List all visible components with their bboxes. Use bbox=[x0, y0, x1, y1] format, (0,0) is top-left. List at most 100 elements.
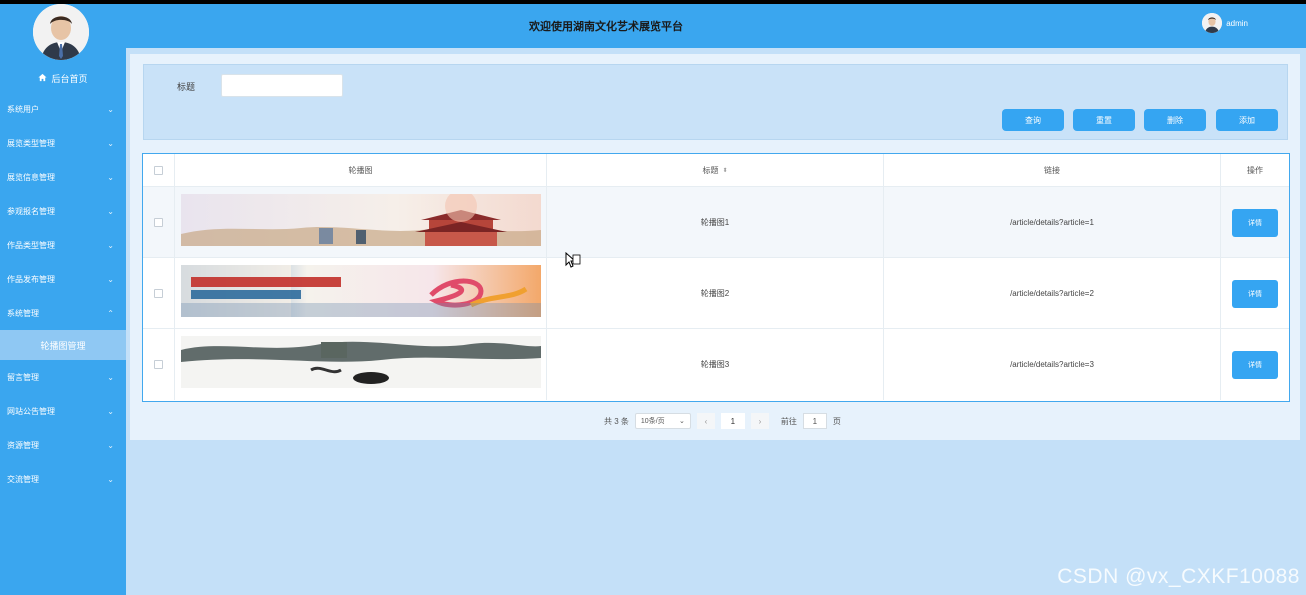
current-page[interactable]: 1 bbox=[720, 413, 745, 429]
query-button[interactable]: 查询 bbox=[1002, 109, 1064, 131]
sidebar-item-exhibition-info[interactable]: 展览信息管理 ⌄ bbox=[0, 160, 126, 194]
prev-page-button[interactable]: ‹ bbox=[696, 413, 715, 429]
sidebar-item-system-management[interactable]: 系统管理 ⌃ bbox=[0, 296, 126, 330]
detail-button[interactable]: 详情 bbox=[1232, 208, 1278, 237]
chevron-down-icon: ⌄ bbox=[107, 440, 114, 450]
chevron-right-icon: › bbox=[758, 416, 762, 426]
row-checkbox[interactable] bbox=[154, 360, 163, 369]
row-link: /article/details?article=1 bbox=[884, 187, 1221, 258]
carousel-table: 轮播图 标题 ⬍ 链接 操作 轮播图1 /article/details?art… bbox=[142, 153, 1290, 402]
next-page-button[interactable]: › bbox=[750, 413, 769, 429]
sidebar-item-work-publish[interactable]: 作品发布管理 ⌄ bbox=[0, 262, 126, 296]
sidebar-item-exchange[interactable]: 交流管理 ⌄ bbox=[0, 462, 126, 496]
title-search-input[interactable] bbox=[221, 74, 343, 97]
sidebar-item-label: 留言管理 bbox=[7, 372, 39, 382]
row-link: /article/details?article=2 bbox=[884, 258, 1221, 329]
main-panel: 标题 查询 重置 删除 添加 轮播图 标题 ⬍ 链接 操作 轮播图1 /arti… bbox=[130, 54, 1300, 440]
sidebar-item-visit-registration[interactable]: 参观报名管理 ⌄ bbox=[0, 194, 126, 228]
sidebar-item-exhibition-types[interactable]: 展览类型管理 ⌄ bbox=[0, 126, 126, 160]
row-checkbox[interactable] bbox=[154, 289, 163, 298]
page-size-select[interactable]: 10条/页 ⌄ bbox=[634, 413, 691, 429]
goto-prefix: 前往 bbox=[780, 416, 797, 426]
sidebar-item-label: 展览类型管理 bbox=[7, 138, 55, 148]
home-icon bbox=[38, 73, 48, 84]
carousel-image-3 bbox=[181, 336, 541, 388]
add-button[interactable]: 添加 bbox=[1216, 109, 1278, 131]
sort-icon[interactable]: ⬍ bbox=[722, 167, 727, 174]
avatar bbox=[33, 4, 89, 60]
carousel-image-2 bbox=[181, 265, 541, 317]
avatar bbox=[1202, 13, 1223, 33]
sidebar-item-label: 网站公告管理 bbox=[7, 406, 55, 416]
chevron-down-icon: ⌄ bbox=[107, 372, 114, 382]
app-frame: 后台首页 系统用户 ⌄ 展览类型管理 ⌄ 展览信息管理 ⌄ 参观报名管理 ⌄ 作品类型管… bbox=[0, 4, 1306, 595]
chevron-left-icon: ‹ bbox=[704, 416, 708, 426]
username: admin bbox=[1226, 18, 1248, 28]
carousel-image-cell bbox=[175, 329, 547, 400]
chevron-down-icon: ⌄ bbox=[107, 172, 114, 182]
delete-button[interactable]: 删除 bbox=[1144, 109, 1206, 131]
sidebar-item-messages[interactable]: 留言管理 ⌄ bbox=[0, 360, 126, 394]
row-select-cell bbox=[143, 187, 175, 258]
watermark: CSDN @vx_CXKF10088 bbox=[1057, 565, 1300, 588]
sidebar-subitem-carousel[interactable]: 轮播图管理 bbox=[0, 330, 126, 360]
select-all-cell bbox=[143, 154, 175, 187]
chevron-down-icon: ⌄ bbox=[107, 474, 114, 484]
column-header-link: 链接 bbox=[884, 154, 1221, 187]
detail-button[interactable]: 详情 bbox=[1232, 350, 1278, 379]
user-menu[interactable]: admin bbox=[1202, 13, 1248, 33]
row-select-cell bbox=[143, 329, 175, 400]
pagination: 共 3 条 10条/页 ⌄ ‹ 1 › 前往 1 页 bbox=[604, 412, 841, 430]
column-header-title-label: 标题 bbox=[702, 165, 719, 175]
sidebar: 后台首页 系统用户 ⌄ 展览类型管理 ⌄ 展览信息管理 ⌄ 参观报名管理 ⌄ 作品类型管… bbox=[0, 4, 126, 595]
carousel-image-cell bbox=[175, 187, 547, 258]
table-row: 轮播图2 /article/details?article=2 详情 bbox=[143, 258, 1289, 329]
sidebar-item-label: 交流管理 bbox=[7, 474, 39, 484]
sidebar-item-announcements[interactable]: 网站公告管理 ⌄ bbox=[0, 394, 126, 428]
carousel-image-1 bbox=[181, 194, 541, 246]
home-label: 后台首页 bbox=[51, 73, 88, 84]
select-all-checkbox[interactable] bbox=[154, 165, 163, 175]
sidebar-item-label: 系统用户 bbox=[7, 104, 39, 114]
row-action-cell: 详情 bbox=[1221, 187, 1289, 258]
row-title: 轮播图2 bbox=[547, 258, 884, 329]
chevron-down-icon: ⌄ bbox=[107, 104, 114, 114]
column-header-action: 操作 bbox=[1221, 154, 1289, 187]
goto-page-input[interactable]: 1 bbox=[802, 413, 827, 429]
row-title: 轮播图1 bbox=[547, 187, 884, 258]
search-bar: 标题 查询 重置 删除 添加 bbox=[143, 64, 1288, 140]
sidebar-item-system-users[interactable]: 系统用户 ⌄ bbox=[0, 92, 126, 126]
chevron-down-icon: ⌄ bbox=[107, 206, 114, 216]
mouse-cursor-icon bbox=[565, 251, 581, 273]
top-header: 欢迎使用湖南文化艺术展览平台 admin bbox=[126, 4, 1306, 48]
sidebar-home-link[interactable]: 后台首页 bbox=[0, 70, 126, 86]
row-title: 轮播图3 bbox=[547, 329, 884, 400]
reset-button[interactable]: 重置 bbox=[1073, 109, 1135, 131]
row-link: /article/details?article=3 bbox=[884, 329, 1221, 400]
table-row: 轮播图1 /article/details?article=1 详情 bbox=[143, 187, 1289, 258]
chevron-up-icon: ⌃ bbox=[107, 308, 114, 318]
sidebar-item-label: 资源管理 bbox=[7, 440, 39, 450]
sidebar-menu: 系统用户 ⌄ 展览类型管理 ⌄ 展览信息管理 ⌄ 参观报名管理 ⌄ 作品类型管理 ⌄ 作品… bbox=[0, 92, 126, 496]
carousel-image-cell bbox=[175, 258, 547, 329]
chevron-down-icon: ⌄ bbox=[107, 274, 114, 284]
pagination-total: 共 3 条 bbox=[604, 416, 629, 426]
detail-button[interactable]: 详情 bbox=[1232, 279, 1278, 308]
sidebar-item-label: 作品类型管理 bbox=[7, 240, 55, 250]
row-checkbox[interactable] bbox=[154, 218, 163, 227]
page-title: 欢迎使用湖南文化艺术展览平台 bbox=[529, 21, 683, 33]
chevron-down-icon: ⌄ bbox=[107, 240, 114, 250]
column-header-title[interactable]: 标题 ⬍ bbox=[547, 154, 884, 187]
goto-suffix: 页 bbox=[832, 416, 841, 426]
chevron-down-icon: ⌄ bbox=[679, 418, 685, 425]
row-action-cell: 详情 bbox=[1221, 258, 1289, 329]
sidebar-item-work-types[interactable]: 作品类型管理 ⌄ bbox=[0, 228, 126, 262]
table-row: 轮播图3 /article/details?article=3 详情 bbox=[143, 329, 1289, 400]
search-label: 标题 bbox=[177, 82, 196, 92]
chevron-down-icon: ⌄ bbox=[107, 406, 114, 416]
sidebar-subitem-label: 轮播图管理 bbox=[40, 340, 86, 351]
column-header-image: 轮播图 bbox=[175, 154, 547, 187]
sidebar-item-resources[interactable]: 资源管理 ⌄ bbox=[0, 428, 126, 462]
row-action-cell: 详情 bbox=[1221, 329, 1289, 400]
row-select-cell bbox=[143, 258, 175, 329]
